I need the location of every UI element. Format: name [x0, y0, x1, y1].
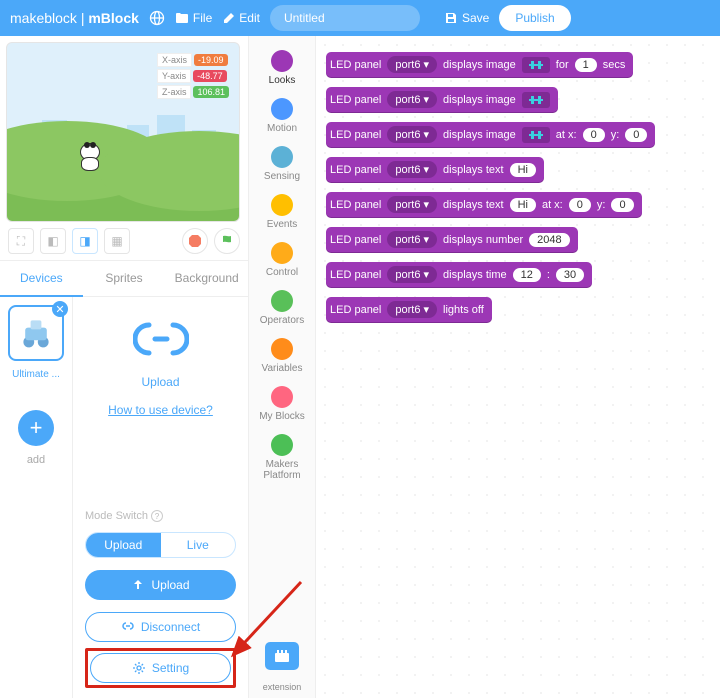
- led-panel-block-0[interactable]: LED panelport6 ▾displays imagefor1secs: [326, 52, 633, 77]
- left-column: X-axis-19.09 Y-axis-48.77 Z-axis106.81 ⛶…: [0, 36, 248, 698]
- file-label: File: [193, 11, 212, 25]
- tab-devices[interactable]: Devices: [0, 261, 83, 297]
- led-panel-block-1[interactable]: LED panelport6 ▾displays image: [326, 87, 558, 112]
- layout-button-2[interactable]: ◨: [72, 228, 98, 254]
- fullscreen-button[interactable]: ⛶: [8, 228, 34, 254]
- save-label: Save: [462, 11, 489, 25]
- green-flag-button[interactable]: [214, 228, 240, 254]
- device-name: Ultimate ...: [12, 369, 60, 380]
- mode-live[interactable]: Live: [161, 533, 236, 557]
- add-device-button[interactable]: +: [18, 410, 54, 446]
- upload-button[interactable]: Upload: [85, 570, 236, 600]
- stage-preview[interactable]: X-axis-19.09 Y-axis-48.77 Z-axis106.81: [6, 42, 240, 222]
- tab-sprites[interactable]: Sprites: [83, 261, 166, 297]
- category-looks[interactable]: Looks: [269, 46, 296, 90]
- category-events[interactable]: Events: [267, 190, 298, 234]
- help-icon[interactable]: ?: [151, 510, 163, 522]
- category-operators[interactable]: Operators: [260, 286, 304, 330]
- category-control[interactable]: Control: [266, 238, 298, 282]
- setting-highlight: Setting: [85, 648, 236, 688]
- led-panel-block-6[interactable]: LED panelport6 ▾displays time12:30: [326, 262, 592, 287]
- upload-icon: [133, 313, 189, 369]
- project-title-input[interactable]: [270, 5, 420, 31]
- grid-button[interactable]: ▦: [104, 228, 130, 254]
- asset-tabs: Devices Sprites Background: [0, 260, 248, 297]
- how-to-use-link[interactable]: How to use device?: [108, 403, 213, 417]
- extension-button[interactable]: [265, 642, 299, 670]
- brand-mblock: mBlock: [88, 10, 139, 26]
- device-thumbnail[interactable]: ✕: [8, 305, 64, 361]
- category-motion[interactable]: Motion: [267, 94, 297, 138]
- led-panel-block-2[interactable]: LED panelport6 ▾displays imageat x:0y:0: [326, 122, 655, 147]
- setting-button[interactable]: Setting: [90, 653, 231, 683]
- led-panel-block-5[interactable]: LED panelport6 ▾displays number2048: [326, 227, 578, 252]
- publish-button[interactable]: Publish: [499, 5, 570, 31]
- save-button[interactable]: Save: [444, 11, 489, 25]
- led-panel-block-4[interactable]: LED panelport6 ▾displays textHiat x:0y:0: [326, 192, 642, 217]
- mode-switch[interactable]: Upload Live: [85, 532, 236, 558]
- layout-button-1[interactable]: ◧: [40, 228, 66, 254]
- edit-menu[interactable]: Edit: [222, 11, 260, 25]
- file-menu[interactable]: File: [175, 11, 212, 25]
- block-canvas[interactable]: LED panelport6 ▾displays imagefor1secs LE…: [316, 36, 720, 698]
- mode-upload[interactable]: Upload: [86, 533, 161, 557]
- disconnect-button[interactable]: Disconnect: [85, 612, 236, 642]
- category-my-blocks[interactable]: My Blocks: [259, 382, 305, 426]
- edit-label: Edit: [239, 11, 260, 25]
- brand-makeblock: makeblock: [10, 10, 77, 26]
- led-panel-block-3[interactable]: LED panelport6 ▾displays textHi: [326, 157, 544, 182]
- remove-device-icon[interactable]: ✕: [52, 301, 68, 317]
- category-sensing[interactable]: Sensing: [264, 142, 300, 186]
- upload-caption: Upload: [141, 375, 179, 389]
- tab-background[interactable]: Background: [165, 261, 248, 297]
- stage-controls: ⛶ ◧ ◨ ▦: [0, 222, 248, 260]
- top-bar: makeblock | mBlock File Edit Save Publis…: [0, 0, 720, 36]
- globe-icon[interactable]: [149, 10, 165, 26]
- stop-button[interactable]: [182, 228, 208, 254]
- category-makers-platform[interactable]: Makers Platform: [249, 430, 315, 485]
- led-panel-block-7[interactable]: LED panelport6 ▾lights off: [326, 297, 492, 322]
- extension-label: extension: [263, 682, 302, 692]
- add-device-label: add: [27, 454, 45, 466]
- axis-readout: X-axis-19.09 Y-axis-48.77 Z-axis106.81: [157, 53, 229, 99]
- mode-switch-label: Mode Switch?: [85, 510, 163, 522]
- panda-sprite: [75, 143, 105, 173]
- category-variables[interactable]: Variables: [262, 334, 303, 378]
- brand: makeblock | mBlock: [10, 10, 139, 26]
- block-categories: Looks Motion Sensing Events Control Operators…: [248, 36, 316, 698]
